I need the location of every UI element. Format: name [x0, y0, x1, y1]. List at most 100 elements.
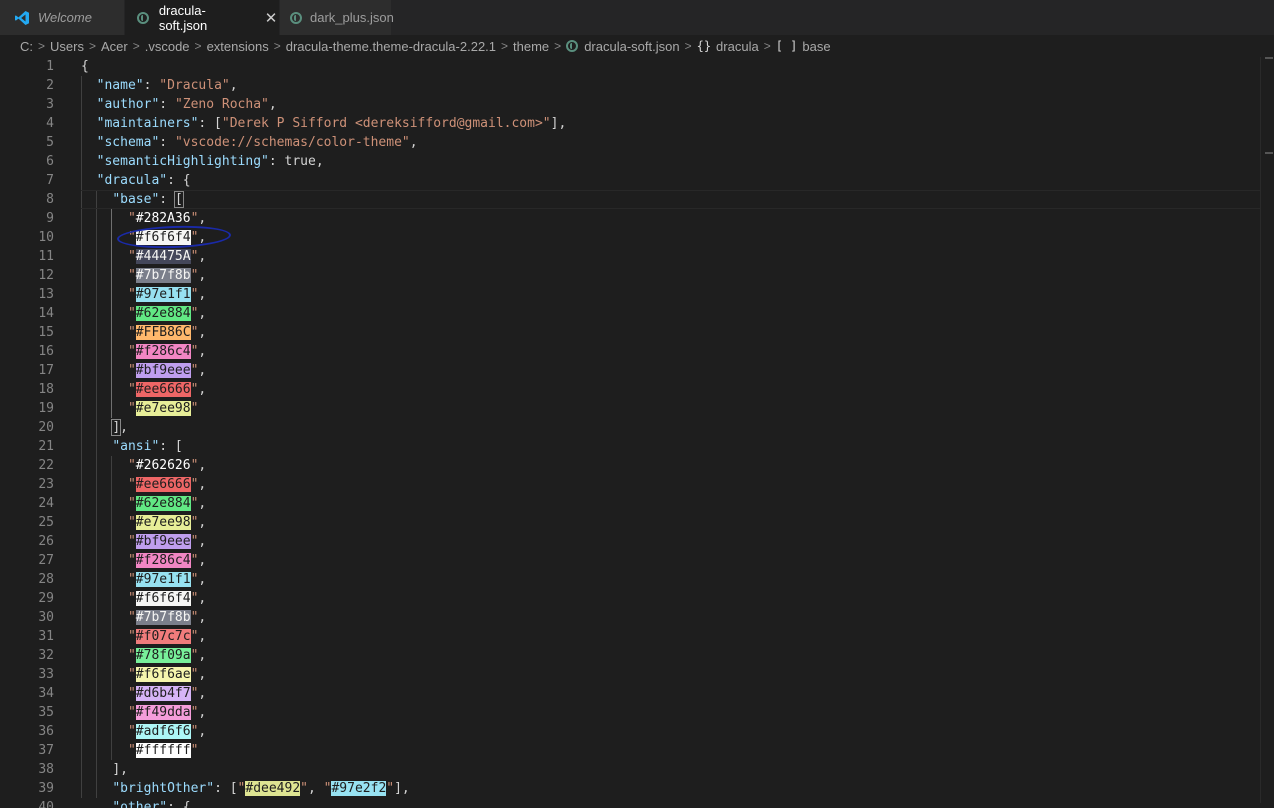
- chevron-right-icon: >: [501, 39, 509, 53]
- line-number-gutter: 1 2 3 4 5 6 7 8 9 10 11 12 13 14 15 16 17 18 19 20 21 22 23 24 2…: [0, 57, 62, 808]
- chevron-right-icon: >: [763, 39, 771, 53]
- chevron-right-icon: >: [684, 39, 692, 53]
- tab-bar: Welcome dracula-soft.json ✕ dark_plus.js…: [0, 0, 1274, 35]
- code-line: "#e7ee98": [127, 401, 199, 416]
- color-swatch: #ee6666: [135, 382, 191, 397]
- line-number: 20: [38, 420, 54, 435]
- line-number: 13: [38, 287, 54, 302]
- code-line: "#44475A",: [127, 249, 207, 264]
- code-line: "#ffffff": [127, 743, 199, 758]
- breadcrumb: C: > Users > Acer > .vscode > extensions > dr…: [0, 35, 1274, 57]
- code-line: "other": {: [112, 800, 191, 808]
- code-line: "#f286c4",: [127, 553, 207, 568]
- chevron-right-icon: >: [38, 39, 46, 53]
- color-swatch: #78f09a: [135, 648, 191, 663]
- breadcrumb-item[interactable]: theme: [513, 39, 549, 54]
- code-line: "name": "Dracula",: [96, 78, 238, 93]
- code-line: "#97e1f1",: [127, 287, 207, 302]
- code-line: "#adf6f6",: [127, 724, 207, 739]
- line-number: 7: [46, 173, 54, 188]
- chevron-right-icon: >: [554, 39, 562, 53]
- code-line: "#d6b4f7",: [127, 686, 207, 701]
- code-line: "ansi": [: [112, 439, 183, 454]
- code-line: "#f6f6f4",: [127, 230, 207, 245]
- color-swatch: #62e884: [135, 496, 191, 511]
- breadcrumb-item[interactable]: dracula: [716, 39, 759, 54]
- color-swatch: #d6b4f7: [135, 686, 191, 701]
- line-number: 9: [46, 211, 54, 226]
- code-line: "#f286c4",: [127, 344, 207, 359]
- code-line: "#bf9eee",: [127, 534, 207, 549]
- line-number: 34: [38, 686, 54, 701]
- breadcrumb-item[interactable]: dracula-soft.json: [584, 39, 679, 54]
- breadcrumb-item[interactable]: Acer: [101, 39, 128, 54]
- code-line: "#262626",: [127, 458, 207, 473]
- breadcrumb-item[interactable]: extensions: [207, 39, 269, 54]
- code-line: "#62e884",: [127, 306, 207, 321]
- line-number: 29: [38, 591, 54, 606]
- overview-ruler[interactable]: [1260, 57, 1274, 803]
- tab-label: dark_plus.json: [310, 10, 394, 25]
- code-line: "maintainers": ["Derek P Sifford <dereks…: [96, 116, 567, 131]
- code-line: "#62e884",: [127, 496, 207, 511]
- close-icon[interactable]: ✕: [263, 9, 279, 27]
- line-number: 33: [38, 667, 54, 682]
- color-swatch: #f6f6ae: [135, 667, 191, 682]
- color-swatch: #ffffff: [135, 743, 191, 758]
- code-line: "#FFB86C",: [127, 325, 207, 340]
- tab-dark-plus[interactable]: dark_plus.json: [280, 0, 394, 35]
- tab-dracula-soft[interactable]: dracula-soft.json ✕: [125, 0, 280, 35]
- code-line-current: "base": [: [81, 190, 1262, 209]
- chevron-right-icon: >: [273, 39, 281, 53]
- color-swatch: #7b7f8b: [135, 268, 191, 283]
- code-line: "#7b7f8b",: [127, 610, 207, 625]
- color-swatch: #bf9eee: [135, 534, 191, 549]
- breadcrumb-item[interactable]: dracula-theme.theme-dracula-2.22.1: [286, 39, 496, 54]
- color-swatch: #f6f6f4: [135, 591, 191, 606]
- breadcrumb-item[interactable]: C:: [20, 39, 33, 54]
- json-file-icon: [290, 10, 302, 26]
- code-area[interactable]: { "name": "Dracula", "author": "Zeno Roc…: [81, 57, 1262, 808]
- breadcrumb-item[interactable]: .vscode: [145, 39, 190, 54]
- code-line: "dracula": {: [96, 173, 191, 188]
- line-number: 5: [46, 135, 54, 150]
- line-number: 17: [38, 363, 54, 378]
- color-swatch: #bf9eee: [135, 363, 191, 378]
- code-line: "#bf9eee",: [127, 363, 207, 378]
- json-file-icon: [135, 10, 151, 26]
- color-swatch: #262626: [135, 458, 191, 473]
- code-line: "#f49dda",: [127, 705, 207, 720]
- line-number: 38: [38, 762, 54, 777]
- vscode-logo-icon: [14, 10, 30, 26]
- code-line: "#97e1f1",: [127, 572, 207, 587]
- color-swatch: #97e2f2: [331, 781, 387, 796]
- color-swatch: #f286c4: [135, 344, 191, 359]
- tab-welcome[interactable]: Welcome: [0, 0, 125, 35]
- line-number: 32: [38, 648, 54, 663]
- line-number: 28: [38, 572, 54, 587]
- color-swatch: #7b7f8b: [135, 610, 191, 625]
- code-line: "#f6f6ae",: [127, 667, 207, 682]
- line-number: 31: [38, 629, 54, 644]
- line-number: 15: [38, 325, 54, 340]
- color-swatch: #e7ee98: [135, 515, 191, 530]
- code-line: "#7b7f8b",: [127, 268, 207, 283]
- color-swatch: #dee492: [245, 781, 301, 796]
- code-editor[interactable]: 1 2 3 4 5 6 7 8 9 10 11 12 13 14 15 16 17 18 19 20 21 22 23 24 2…: [0, 57, 1274, 808]
- color-swatch: #282A36: [135, 211, 191, 226]
- color-swatch: #62e884: [135, 306, 191, 321]
- line-number: 30: [38, 610, 54, 625]
- code-line: "#282A36",: [127, 211, 207, 226]
- line-number: 39: [38, 781, 54, 796]
- code-line: "#ee6666",: [127, 477, 207, 492]
- object-symbol-icon: {}: [696, 39, 712, 53]
- line-number: 12: [38, 268, 54, 283]
- line-number: 23: [38, 477, 54, 492]
- line-number: 27: [38, 553, 54, 568]
- breadcrumb-item[interactable]: Users: [50, 39, 84, 54]
- color-swatch: #ee6666: [135, 477, 191, 492]
- line-number: 18: [38, 382, 54, 397]
- line-number: 16: [38, 344, 54, 359]
- breadcrumb-item[interactable]: base: [802, 39, 830, 54]
- color-swatch: #97e1f1: [135, 572, 191, 587]
